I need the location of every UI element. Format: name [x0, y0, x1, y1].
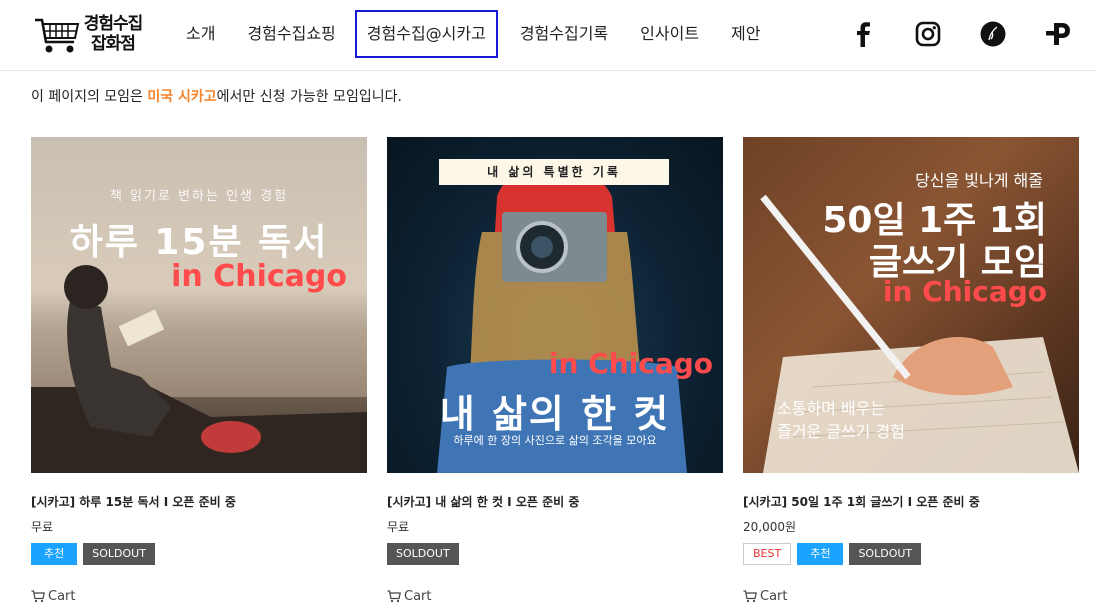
nav-item-records[interactable]: 경험수집기록	[504, 10, 624, 58]
image-caption: 당신을 빛나게 해줄	[915, 171, 1043, 190]
product-card: 책 읽기로 변하는 인생 경험 하루 15분 독서 in Chicago [시카…	[31, 137, 367, 604]
image-location: in Chicago	[882, 275, 1047, 308]
logo[interactable]: 경험수집 잡화점	[34, 12, 146, 60]
badge-best: BEST	[743, 543, 792, 565]
product-card: 당신을 빛나게 해줄 50일 1주 1회 글쓰기 모임 in Chicago 소…	[743, 137, 1079, 604]
shopping-cart-icon	[35, 18, 80, 53]
badge-soldout: SOLDOUT	[387, 543, 459, 565]
product-price: 무료	[31, 520, 54, 534]
brunch-icon[interactable]	[976, 17, 1010, 51]
notice-highlight: 미국 시카고	[147, 89, 217, 105]
cart-icon	[743, 590, 757, 603]
cart-icon	[387, 590, 401, 603]
logo-text: 경험수집 잡화점	[78, 14, 148, 54]
badge-recommended: 추천	[797, 543, 844, 565]
logo-line-2: 잡화점	[91, 34, 136, 54]
image-banner: 내 삶의 특별한 기록	[439, 159, 669, 185]
cart-button[interactable]: Cart	[387, 589, 723, 604]
cart-label: Cart	[404, 589, 432, 604]
cart-label: Cart	[760, 589, 788, 604]
image-headline: 하루 15분 독서	[69, 222, 329, 263]
product-badges: 추천 SOLDOUT	[31, 543, 367, 565]
nav-item-proposal[interactable]: 제안	[715, 10, 776, 58]
badge-soldout: SOLDOUT	[83, 543, 155, 565]
image-subcaption: 하루에 한 장의 사진으로 삶의 조각을 모아요	[453, 434, 657, 447]
image-location: in Chicago	[171, 259, 347, 294]
badge-recommended: 추천	[31, 543, 78, 565]
product-price: 20,000원	[743, 520, 797, 534]
facebook-icon[interactable]	[846, 17, 880, 51]
product-image[interactable]: 책 읽기로 변하는 인생 경험 하루 15분 독서 in Chicago	[31, 137, 367, 473]
logo-line-1: 경험수집	[83, 14, 144, 34]
product-title[interactable]: [시카고] 50일 1주 1회 글쓰기 I 오픈 준비 중	[743, 493, 1079, 510]
image-subcaption: 소통하며 배우는	[777, 399, 886, 418]
badge-soldout: SOLDOUT	[849, 543, 922, 565]
main-nav: 소개 경험수집쇼핑 경험수집@시카고 경험수집기록 인사이트 제안	[170, 10, 777, 58]
region-notice: 이 페이지의 모임은 미국 시카고에서만 신청 가능한 모임입니다.	[31, 86, 402, 106]
cart-icon	[31, 590, 45, 603]
product-badges: SOLDOUT	[387, 543, 723, 565]
nav-item-shopping[interactable]: 경험수집쇼핑	[231, 10, 351, 58]
cart-label: Cart	[48, 589, 76, 604]
product-price: 무료	[387, 520, 410, 534]
notice-text: 이 페이지의 모임은	[31, 89, 148, 105]
image-headline: 내 삶의 한 컷	[439, 392, 671, 436]
cart-button[interactable]: Cart	[31, 589, 367, 604]
image-caption: 책 읽기로 변하는 인생 경험	[109, 189, 289, 204]
image-location: in Chicago	[548, 347, 713, 380]
product-image[interactable]: 내 삶의 특별한 기록 in Chicago 내 삶의 한 컷 하루에 한 장의…	[387, 137, 723, 473]
instagram-icon[interactable]	[911, 17, 945, 51]
image-subcaption-2: 즐거운 글쓰기 경험	[777, 422, 905, 441]
product-badges: BEST 추천 SOLDOUT	[743, 543, 1079, 565]
site-header: 경험수집 잡화점 소개 경험수집쇼핑 경험수집@시카고 경험수집기록 인사이트 …	[0, 0, 1097, 71]
product-image[interactable]: 당신을 빛나게 해줄 50일 1주 1회 글쓰기 모임 in Chicago 소…	[743, 137, 1079, 473]
cart-button[interactable]: Cart	[743, 589, 1079, 604]
nav-item-chicago[interactable]: 경험수집@시카고	[354, 10, 498, 58]
product-title[interactable]: [시카고] 하루 15분 독서 I 오픈 준비 중	[31, 493, 367, 510]
postype-icon[interactable]	[1041, 17, 1075, 51]
product-title[interactable]: [시카고] 내 삶의 한 컷 I 오픈 준비 중	[387, 493, 723, 510]
nav-item-intro[interactable]: 소개	[170, 10, 231, 58]
notice-text-end: 에서만 신청 가능한 모임입니다.	[216, 89, 402, 105]
product-card: 내 삶의 특별한 기록 in Chicago 내 삶의 한 컷 하루에 한 장의…	[387, 137, 723, 604]
nav-item-insight[interactable]: 인사이트	[624, 10, 715, 58]
